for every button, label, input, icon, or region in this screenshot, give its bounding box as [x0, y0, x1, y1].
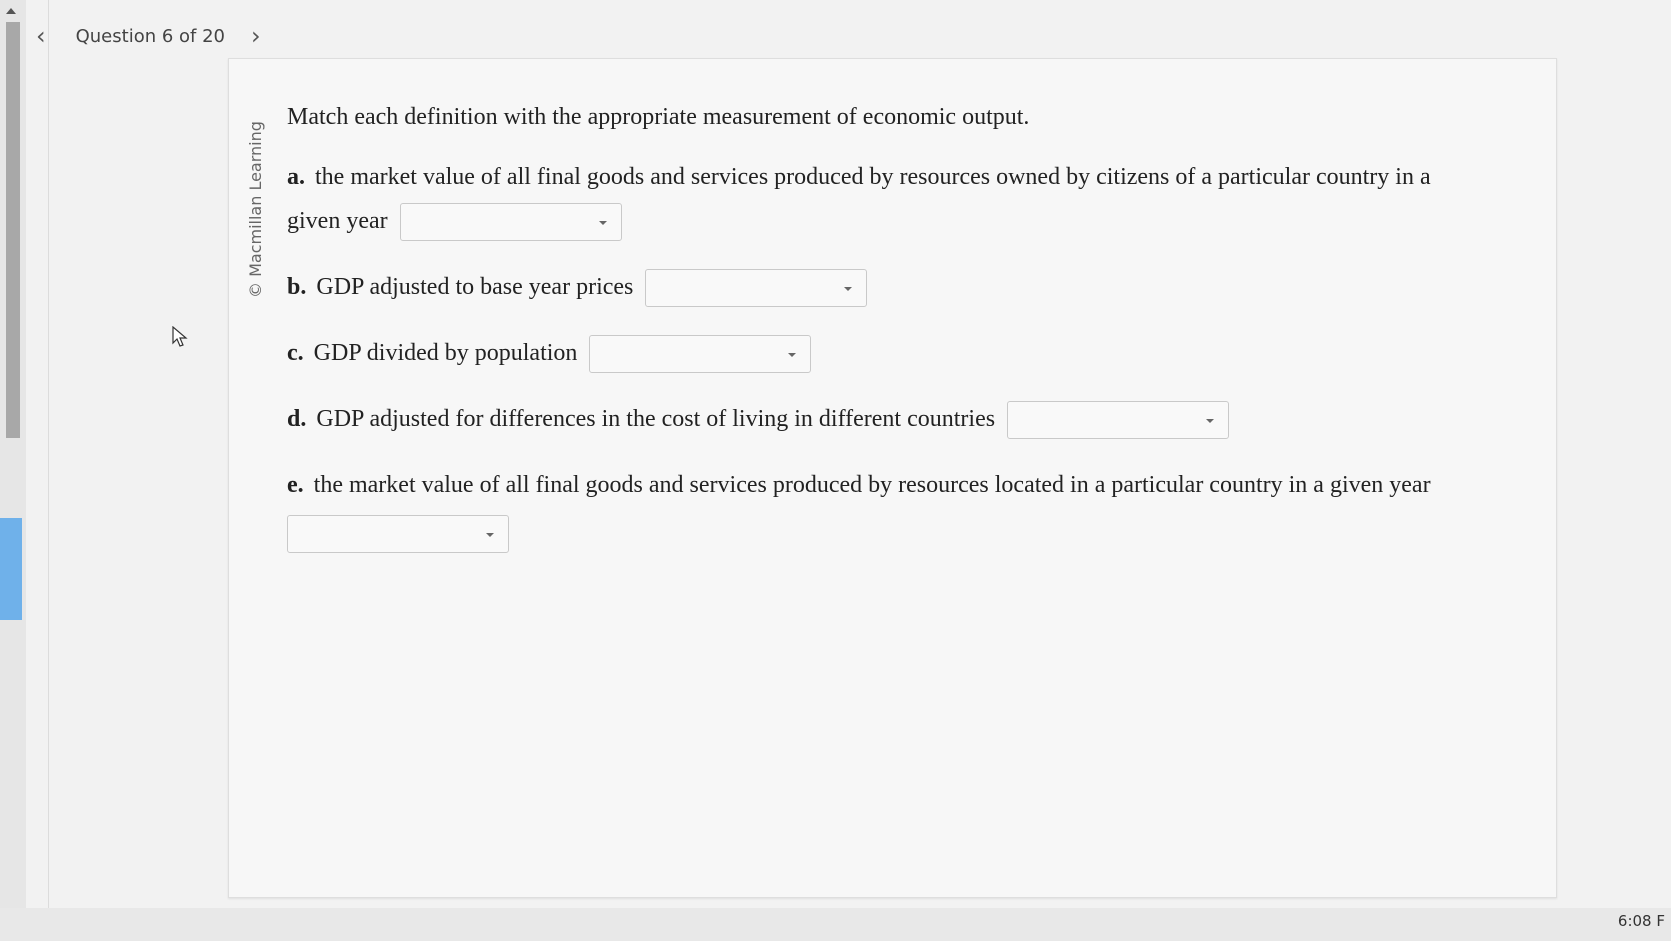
item-letter: a.: [287, 164, 305, 190]
item-a: a. the market value of all final goods a…: [287, 155, 1487, 243]
item-letter: c.: [287, 340, 304, 366]
answer-dropdown-c[interactable]: [589, 335, 812, 374]
scroll-up-icon[interactable]: [6, 8, 16, 14]
question-counter: Question 6 of 20: [75, 25, 225, 47]
item-c: c. GDP divided by population: [287, 331, 1487, 375]
caret-down-icon: [598, 221, 607, 226]
item-text: the market value of all final goods and …: [313, 472, 1431, 498]
side-accent-bar: [0, 518, 22, 620]
item-d: d. GDP adjusted for differences in the c…: [287, 397, 1487, 441]
item-text: GDP adjusted to base year prices: [316, 274, 634, 300]
taskbar: [0, 908, 1671, 941]
scrollbar[interactable]: [0, 0, 26, 941]
copyright-label: © Macmillan Learning: [246, 121, 265, 298]
scrollbar-thumb[interactable]: [6, 22, 20, 438]
item-letter: d.: [287, 406, 307, 432]
answer-dropdown-a[interactable]: [399, 203, 622, 242]
answer-dropdown-b[interactable]: [645, 269, 868, 308]
question-nav: ‹ Question 6 of 20 ›: [36, 20, 261, 52]
caret-down-icon: [1206, 419, 1215, 424]
chevron-left-icon[interactable]: ‹: [36, 24, 46, 48]
answer-dropdown-e[interactable]: [287, 515, 509, 553]
mouse-pointer-icon: [172, 326, 188, 347]
question-content: Match each definition with the appropria…: [287, 104, 1487, 575]
item-e: e. the market value of all final goods a…: [287, 463, 1487, 553]
answer-dropdown-d[interactable]: [1007, 401, 1230, 440]
item-text: GDP divided by population: [313, 340, 578, 366]
item-letter: e.: [287, 472, 304, 498]
caret-down-icon: [788, 353, 797, 358]
item-b: b. GDP adjusted to base year prices: [287, 265, 1487, 309]
question-prompt: Match each definition with the appropria…: [287, 104, 1030, 130]
item-letter: b.: [287, 274, 307, 300]
divider: [48, 0, 49, 941]
chevron-right-icon[interactable]: ›: [251, 24, 261, 48]
caret-down-icon: [844, 287, 853, 292]
item-text: GDP adjusted for differences in the cost…: [316, 406, 996, 432]
caret-down-icon: [486, 533, 494, 537]
taskbar-clock: 6:08 F: [1617, 912, 1665, 930]
